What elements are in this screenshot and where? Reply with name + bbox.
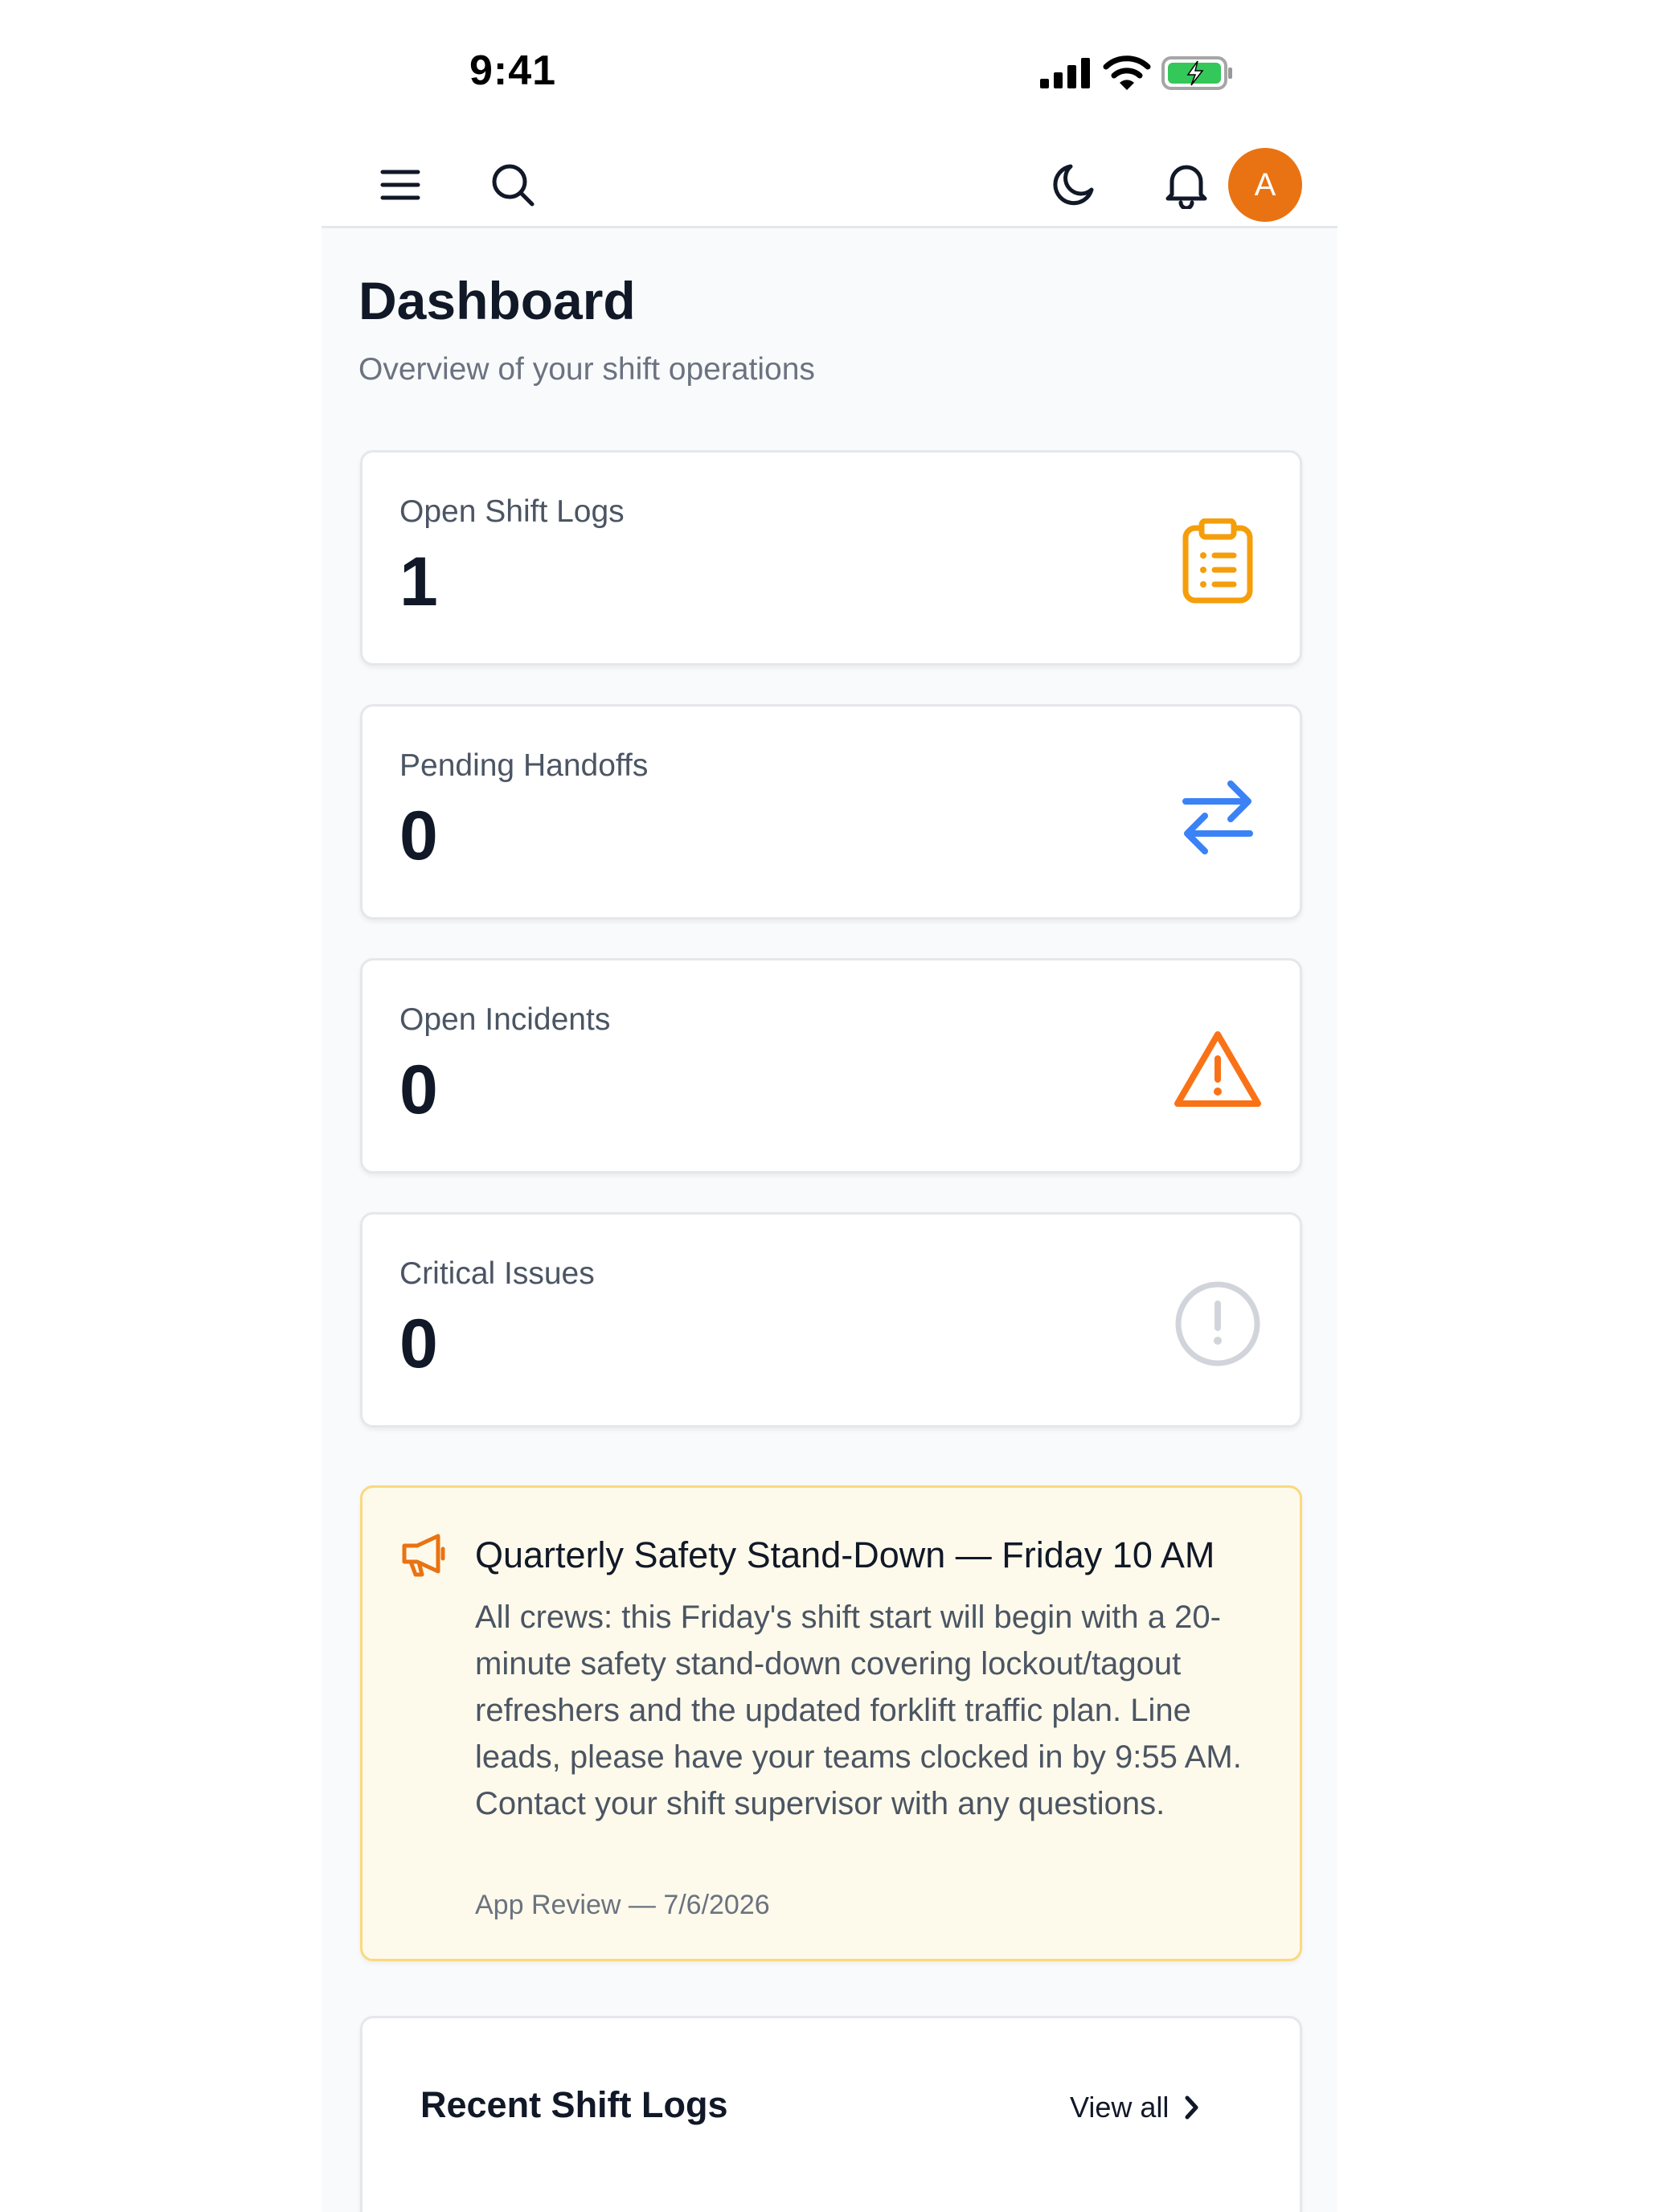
stat-value: 1 [399,543,438,621]
view-all-link[interactable]: View all [1070,2091,1201,2124]
phone-screen: 9:41 A Dashboard Overview of your shift … [322,0,1337,2212]
recent-shift-logs-title: Recent Shift Logs [420,2084,728,2125]
stat-label: Open Incidents [399,1002,611,1037]
chevron-right-icon [1185,2095,1198,2120]
avatar[interactable]: A [1228,148,1302,222]
status-bar: 9:41 [322,0,1337,145]
announcement-title: Quarterly Safety Stand-Down — Friday 10 … [475,1534,1215,1575]
wifi-icon [1103,55,1151,90]
battery-charging-icon [1161,56,1232,90]
arrows-exchange-icon [1173,771,1263,861]
notifications-button[interactable] [1154,153,1219,217]
stat-value: 0 [399,797,438,875]
megaphone-icon [399,1533,448,1582]
avatar-initial: A [1254,166,1276,203]
status-time: 9:41 [469,47,557,94]
stat-card-open-shift-logs[interactable]: Open Shift Logs 1 [360,450,1302,666]
warning-triangle-icon [1173,1025,1263,1115]
stat-value: 0 [399,1051,438,1129]
page-subtitle: Overview of your shift operations [358,352,815,387]
stat-card-critical-issues[interactable]: Critical Issues 0 [360,1212,1302,1428]
clipboard-list-icon [1173,517,1263,607]
stat-label: Critical Issues [399,1256,595,1291]
stat-label: Open Shift Logs [399,494,625,529]
announcement-card[interactable]: Quarterly Safety Stand-Down — Friday 10 … [360,1485,1302,1961]
view-all-label: View all [1070,2091,1169,2124]
stat-card-open-incidents[interactable]: Open Incidents 0 [360,958,1302,1174]
stat-card-pending-handoffs[interactable]: Pending Handoffs 0 [360,704,1302,920]
moon-icon [1053,164,1094,206]
stat-label: Pending Handoffs [399,748,649,783]
top-navigation-bar: A [322,145,1337,228]
search-icon [492,164,535,207]
cellular-signal-icon [1040,58,1090,88]
alert-circle-icon [1173,1279,1263,1369]
search-button[interactable] [481,153,545,217]
recent-shift-logs-card: Recent Shift Logs View all [360,2016,1302,2212]
bell-icon [1165,165,1207,209]
hamburger-menu-icon [380,170,420,200]
page-title: Dashboard [358,271,636,330]
dark-mode-toggle[interactable] [1042,153,1106,217]
stat-value: 0 [399,1305,438,1382]
menu-button[interactable] [368,153,432,217]
announcement-body: All crews: this Friday's shift start wil… [475,1600,1242,1821]
announcement-meta: App Review — 7/6/2026 [475,1890,770,1920]
